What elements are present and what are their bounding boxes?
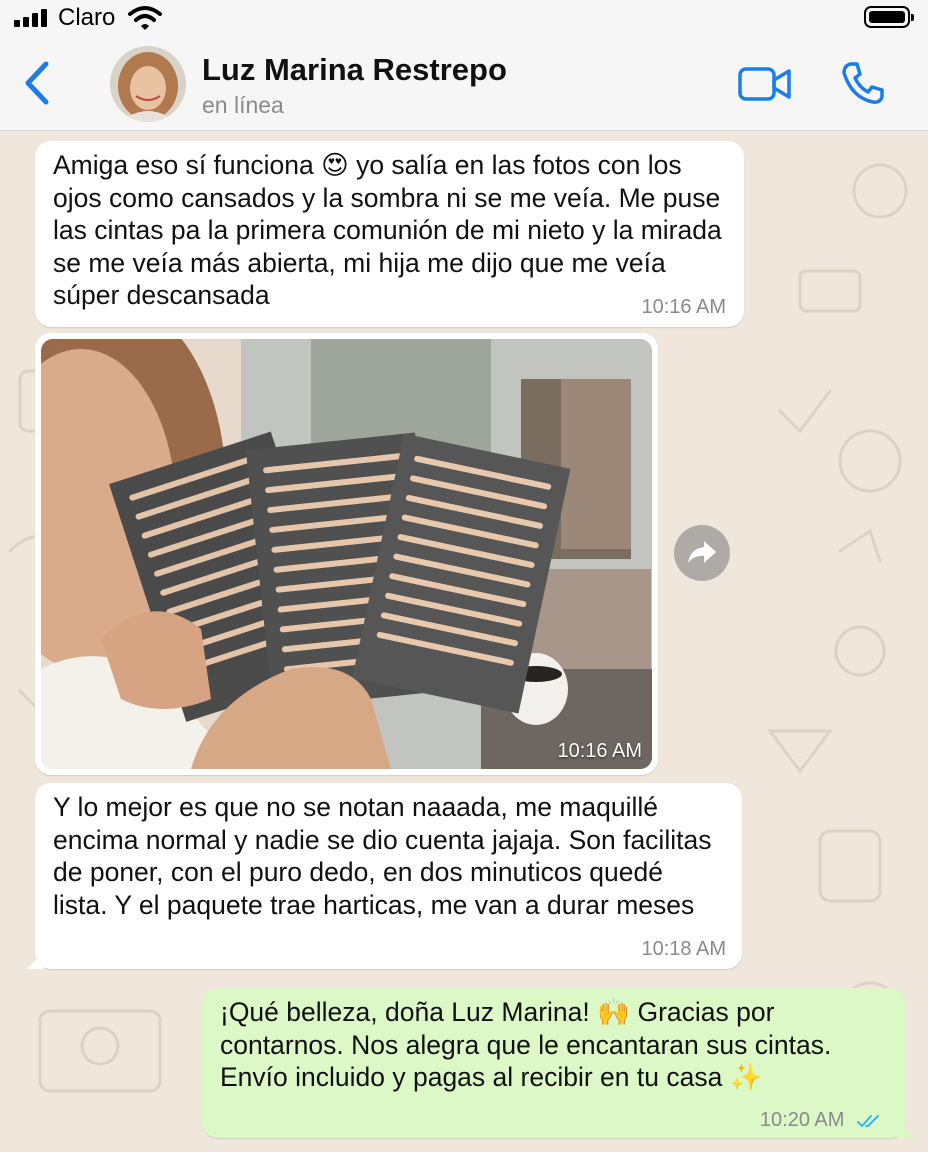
contact-status: en línea [202,92,284,118]
status-bar: Claro [0,0,928,36]
message-meta: 10:20 AM [760,1109,882,1132]
bubble-tail [897,1122,915,1138]
forward-icon [688,541,716,563]
wifi-icon [128,6,162,30]
message-text: ¡Qué belleza, doña Luz Marina! 🙌 Gracias… [220,997,832,1092]
incoming-message[interactable]: Y lo mejor es que no se notan naaada, me… [26,783,742,969]
phone-call-icon[interactable] [840,60,886,106]
message-text: Y lo mejor es que no se notan naaada, me… [53,792,712,920]
chat-header: Luz Marina Restrepo en línea [0,36,928,131]
message-time: 10:16 AM [557,740,642,762]
video-call-icon[interactable] [738,66,792,102]
carrier-name: Claro [58,4,116,31]
incoming-image-message[interactable]: 10:16 AM [35,333,658,775]
forward-button[interactable] [674,525,730,581]
incoming-message[interactable]: Amiga eso sí funciona 😍 yo salía en las … [35,141,744,327]
message-text: Amiga eso sí funciona 😍 yo salía en las … [53,150,722,310]
message-time: 10:16 AM [641,296,726,318]
contact-name[interactable]: Luz Marina Restrepo [202,52,507,88]
battery-icon [864,6,914,28]
outgoing-message[interactable]: ¡Qué belleza, doña Luz Marina! 🙌 Gracias… [202,988,915,1138]
message-time: 10:20 AM [759,1109,845,1131]
message-time: 10:18 AM [641,938,726,960]
avatar[interactable] [110,46,186,122]
message-photo[interactable]: 10:16 AM [41,339,652,769]
back-chevron-icon[interactable] [22,60,52,106]
read-receipt-icon [857,1114,879,1128]
bubble-tail [26,953,44,969]
chat-area[interactable]: Amiga eso sí funciona 😍 yo salía en las … [0,131,928,1152]
